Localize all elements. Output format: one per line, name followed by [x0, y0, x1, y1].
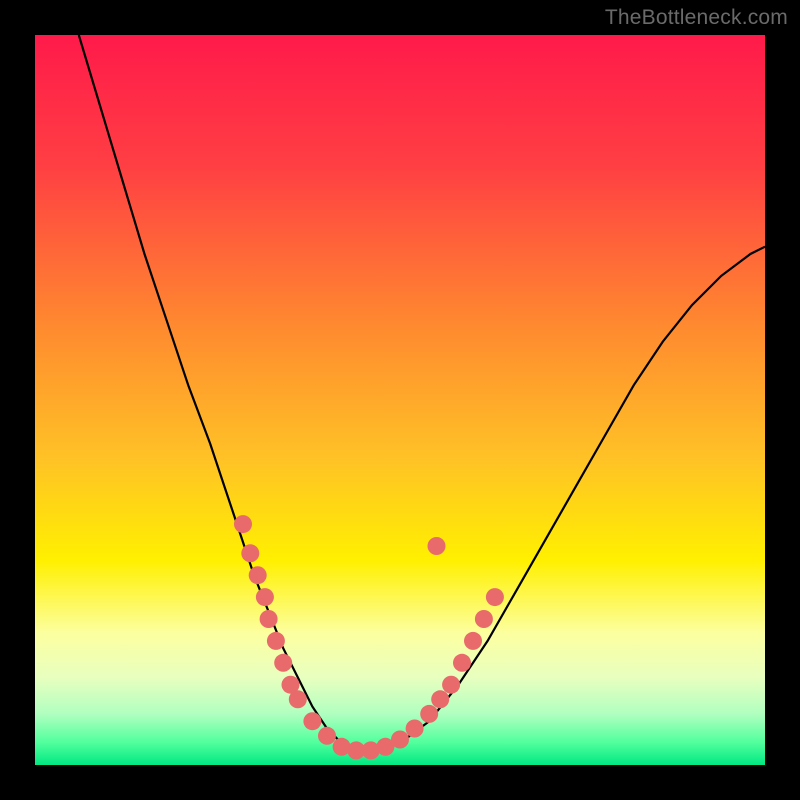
scatter-point: [406, 720, 424, 738]
highlighted-points: [234, 515, 504, 759]
bottleneck-curve: [79, 35, 765, 750]
scatter-point: [486, 588, 504, 606]
scatter-point: [431, 690, 449, 708]
scatter-point: [267, 632, 285, 650]
scatter-point: [464, 632, 482, 650]
watermark-text: TheBottleneck.com: [605, 6, 788, 30]
scatter-point: [234, 515, 252, 533]
scatter-point: [274, 654, 292, 672]
scatter-point: [475, 610, 493, 628]
scatter-point: [241, 544, 259, 562]
scatter-point: [420, 705, 438, 723]
scatter-point: [256, 588, 274, 606]
scatter-point: [442, 676, 460, 694]
plot-area: [35, 35, 765, 765]
scatter-point: [428, 537, 446, 555]
scatter-point: [453, 654, 471, 672]
scatter-point: [249, 566, 267, 584]
scatter-point: [391, 731, 409, 749]
scatter-point: [289, 690, 307, 708]
curve-layer: [35, 35, 765, 765]
scatter-point: [303, 712, 321, 730]
scatter-point: [260, 610, 278, 628]
scatter-point: [318, 727, 336, 745]
